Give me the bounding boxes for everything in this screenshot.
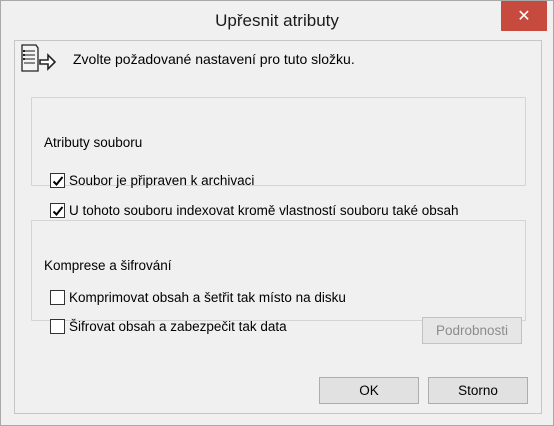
encrypt-checkbox[interactable] <box>50 319 65 334</box>
archive-label: Soubor je připraven k archivaci <box>69 173 255 188</box>
compress-label: Komprimovat obsah a šetřit tak místo na … <box>69 290 346 305</box>
encrypt-label: Šifrovat obsah a zabezpečit tak data <box>69 319 287 334</box>
archive-checkbox[interactable] <box>50 173 65 188</box>
close-button[interactable]: ✕ <box>501 1 547 31</box>
file-attributes-legend: Atributy souboru <box>41 135 146 150</box>
header-instruction: Zvolte požadované nastavení pro tuto slo… <box>73 51 355 67</box>
title-bar[interactable]: Upřesnit atributy ✕ <box>1 1 553 40</box>
folder-properties-icon <box>18 41 58 75</box>
compress-checkbox-row[interactable]: Komprimovat obsah a šetřit tak místo na … <box>50 290 346 305</box>
index-label: U tohoto souboru indexovat kromě vlastno… <box>69 203 459 218</box>
compress-encrypt-legend: Komprese a šifrování <box>41 258 175 273</box>
compress-checkbox[interactable] <box>50 290 65 305</box>
dialog-title: Upřesnit atributy <box>215 11 339 30</box>
check-icon <box>52 176 64 186</box>
check-icon <box>52 206 64 216</box>
ok-button[interactable]: OK <box>319 377 419 404</box>
cancel-button[interactable]: Storno <box>428 377 528 404</box>
index-checkbox-row[interactable]: U tohoto souboru indexovat kromě vlastno… <box>50 203 458 218</box>
advanced-attributes-dialog: Upřesnit atributy ✕ Zvolte požadované na… <box>0 0 554 426</box>
encrypt-checkbox-row[interactable]: Šifrovat obsah a zabezpečit tak data <box>50 319 287 334</box>
details-button[interactable]: Podrobnosti <box>422 317 522 344</box>
archive-checkbox-row[interactable]: Soubor je připraven k archivaci <box>50 173 254 188</box>
index-checkbox[interactable] <box>50 203 65 218</box>
close-icon: ✕ <box>517 6 531 25</box>
